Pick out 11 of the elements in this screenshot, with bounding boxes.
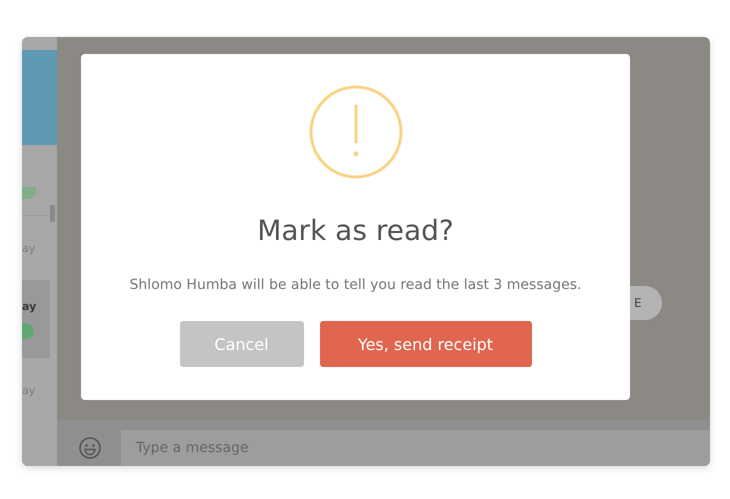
cancel-button[interactable]: Cancel [180,321,304,367]
unread-badge [22,187,36,199]
unread-badge [22,322,34,338]
chat-list-item[interactable]: ay [22,280,50,358]
emoji-icon[interactable] [78,436,102,460]
confirm-button[interactable]: Yes, send receipt [320,321,532,367]
scrollbar-thumb [50,205,55,222]
dialog-message: Shlomo Humba will be able to tell you read the last 3 messages. [130,277,582,293]
chat-time: ay [22,300,36,312]
dialog-title: Mark as read? [257,214,454,247]
warning-icon [308,84,404,180]
